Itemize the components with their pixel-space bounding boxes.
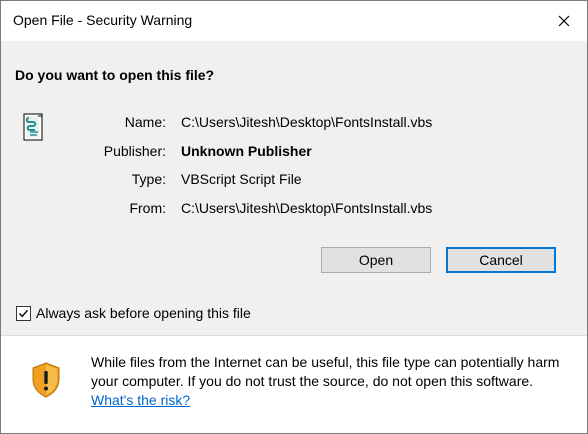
dialog-body: Do you want to open this file? Name: C:\… (1, 41, 587, 335)
cancel-button[interactable]: Cancel (446, 247, 556, 273)
publisher-value: Unknown Publisher (181, 143, 312, 159)
security-warning-dialog: Open File - Security Warning Do you want… (0, 0, 588, 434)
name-label: Name: (124, 114, 166, 130)
title-bar: Open File - Security Warning (1, 1, 587, 41)
warning-message: While files from the Internet can be use… (91, 353, 571, 410)
from-label: From: (129, 200, 166, 216)
close-icon (558, 15, 570, 27)
security-shield-icon (32, 362, 60, 398)
checkmark-icon (18, 309, 29, 317)
type-value: VBScript Script File (181, 171, 302, 187)
close-button[interactable] (541, 1, 587, 41)
open-button[interactable]: Open (321, 247, 431, 273)
warning-panel: While files from the Internet can be use… (1, 335, 587, 433)
publisher-label: Publisher: (103, 143, 166, 159)
always-ask-checkbox[interactable] (16, 305, 31, 321)
divider (1, 335, 587, 336)
from-value: C:\Users\Jitesh\Desktop\FontsInstall.vbs (181, 200, 433, 216)
name-value: C:\Users\Jitesh\Desktop\FontsInstall.vbs (181, 114, 433, 130)
dialog-question: Do you want to open this file? (15, 67, 215, 83)
always-ask-label[interactable]: Always ask before opening this file (36, 305, 251, 321)
window-title: Open File - Security Warning (13, 12, 193, 28)
warning-text: While files from the Internet can be use… (91, 354, 560, 389)
whats-the-risk-link[interactable]: What's the risk? (91, 392, 190, 408)
always-ask-checkbox-row[interactable]: Always ask before opening this file (16, 303, 251, 323)
type-label: Type: (131, 171, 166, 187)
